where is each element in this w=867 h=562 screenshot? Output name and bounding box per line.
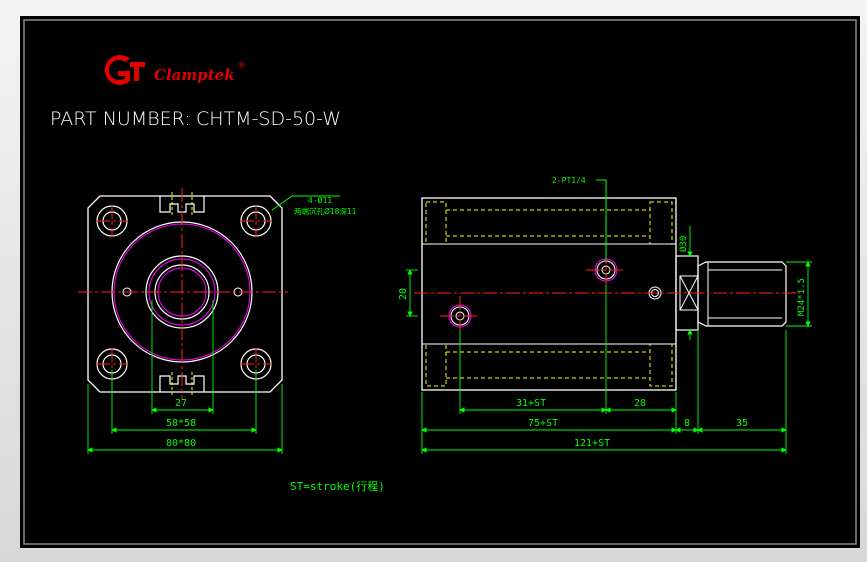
dim-port-spacing: 31+ST xyxy=(516,398,546,409)
dim-rod-dia: Ø30 xyxy=(678,236,689,252)
viewer-frame: Clamptek ® PART NUMBER: CHTM-SD-50-W 4-Ø… xyxy=(0,0,867,562)
stroke-note: ST=stroke(行程) xyxy=(290,480,385,493)
port-callout-text: 2-PT1/4 xyxy=(552,176,586,185)
dim-body: 75+ST xyxy=(528,418,558,429)
dim-flange: 8 xyxy=(684,418,690,429)
cad-drawing: Clamptek ® PART NUMBER: CHTM-SD-50-W 4-Ø… xyxy=(20,16,860,548)
dim-total: 121+ST xyxy=(574,438,610,449)
registered-mark: ® xyxy=(237,61,246,71)
part-number-value: CHTM-SD-50-W xyxy=(196,108,341,130)
dim-thread: M24*1.5 xyxy=(797,278,807,316)
dim-port-end: 28 xyxy=(634,398,646,409)
dim-inner: 27 xyxy=(175,398,187,409)
hole-callout-text: 4-Ø11 xyxy=(308,195,332,205)
hole-callout-note: 两端沉孔Ø18深11 xyxy=(294,206,357,216)
drawing-sheet xyxy=(20,16,860,548)
brand-name: Clamptek xyxy=(154,66,235,84)
dim-height: 20 xyxy=(398,288,409,300)
dim-pitch: 58*58 xyxy=(166,418,196,429)
part-number-label: PART NUMBER: xyxy=(50,108,191,130)
dim-overall: 80*80 xyxy=(166,438,196,449)
dim-rod: 35 xyxy=(736,418,748,429)
